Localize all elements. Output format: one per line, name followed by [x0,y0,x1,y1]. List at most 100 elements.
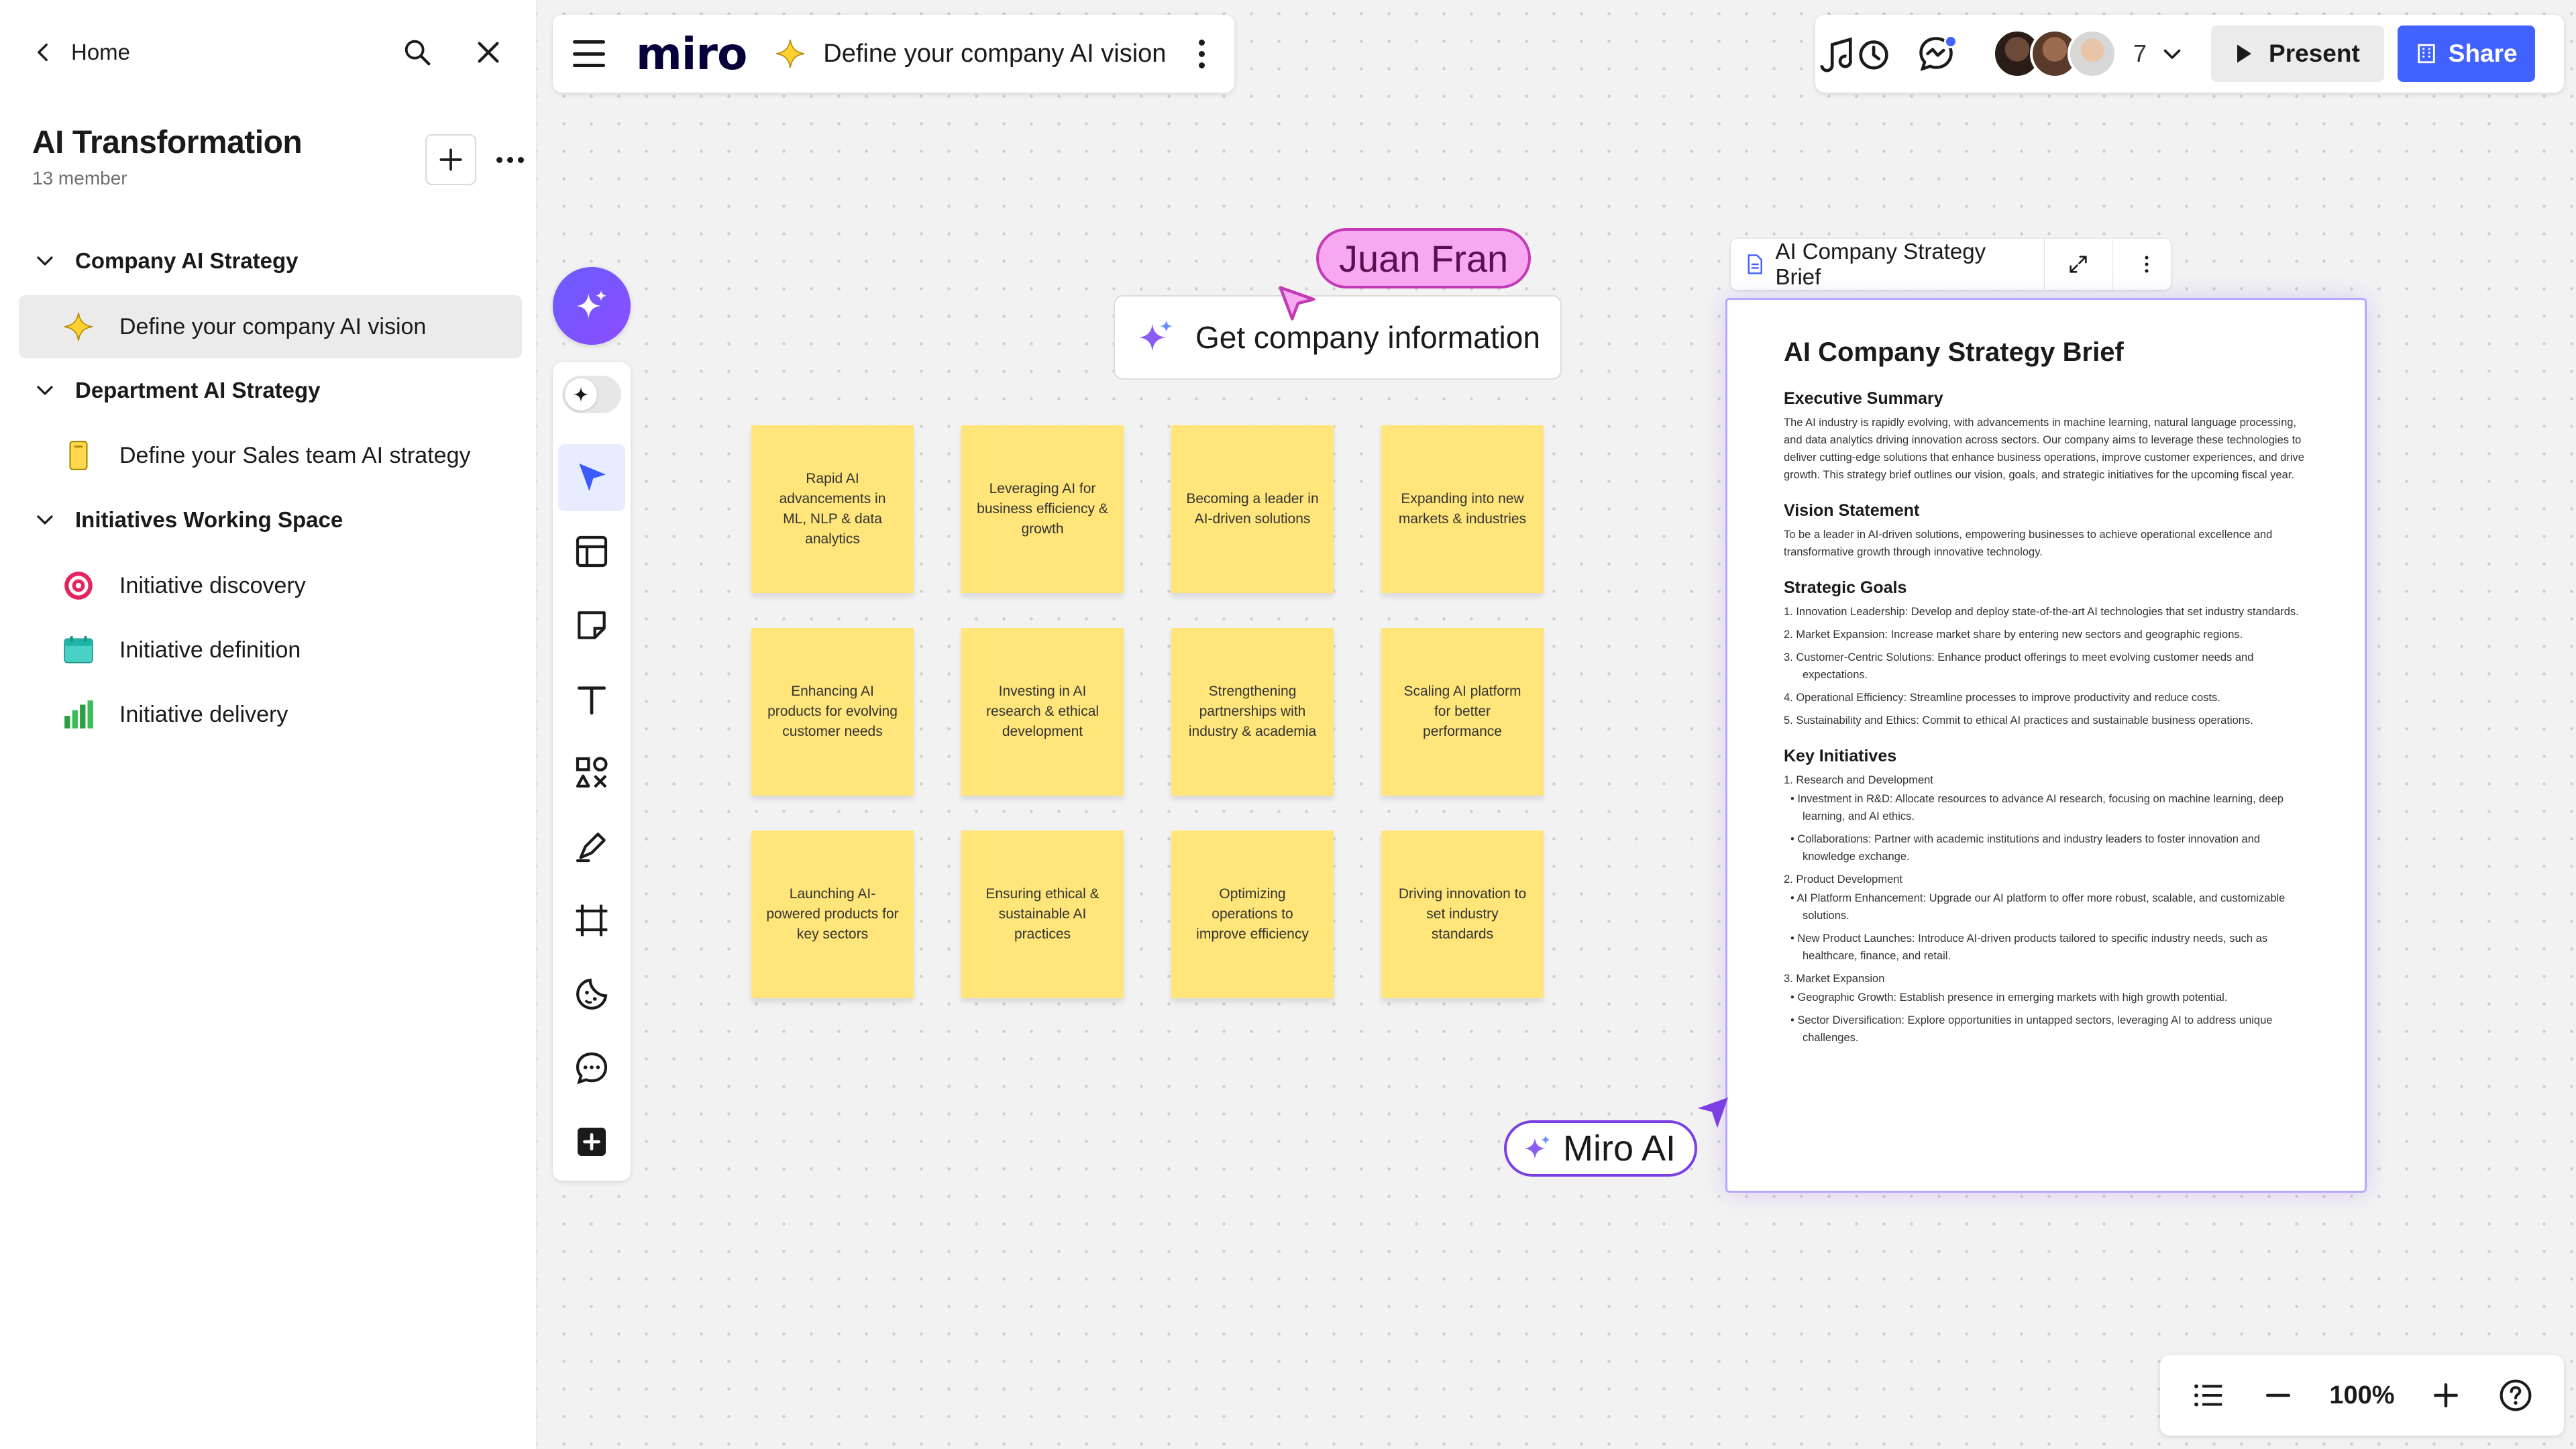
star-icon [60,309,97,345]
help-icon[interactable] [2498,1377,2534,1413]
close-icon[interactable] [473,37,504,68]
search-icon[interactable] [402,37,433,68]
goal-item: 4. Operational Efficiency: Streamline pr… [1784,692,2220,704]
present-button[interactable]: Present [2211,25,2384,82]
initiative-point: • AI Platform Enhancement: Upgrade our A… [1790,892,2286,922]
sticky-note[interactable]: Rapid AI advancements in ML, NLP & data … [751,425,914,593]
sidebar-item-label: Initiative delivery [119,701,288,727]
share-button[interactable]: Share [2397,25,2535,82]
miro-logo[interactable]: miro [636,28,747,80]
cursor-arrow-icon [579,464,606,491]
board-title[interactable]: Define your company AI vision [823,40,1166,68]
collaborator-cursor-label: Juan Fran [1316,228,1532,288]
reactions-timer-button[interactable] [1815,27,1896,80]
main-menu-icon[interactable] [573,40,605,67]
sidebar: Home AI Transformation 13 member Company… [0,0,537,1449]
sticky-note[interactable]: Ensuring ethical & sustainable AI practi… [961,830,1124,998]
add-button[interactable] [425,134,476,185]
sparkle-icon [573,386,589,402]
strategy-brief-document[interactable]: AI Company Strategy Brief Executive Summ… [1725,298,2367,1193]
sidebar-item-label: Define your company AI vision [119,313,427,339]
sticky-note[interactable]: Becoming a leader in AI-driven solutions [1171,425,1334,593]
plus-icon [439,148,462,171]
sticky-note-icon [578,611,606,639]
present-label: Present [2269,40,2360,67]
initiative-point: • New Product Launches: Introduce AI-dri… [1790,932,2268,962]
collaborator-count: 7 [2133,40,2147,67]
sidebar-item-initiative-discovery[interactable]: Initiative discovery [19,554,522,617]
zoom-in-icon[interactable] [2428,1377,2464,1413]
document-header-title: AI Company Strategy Brief [1775,239,1986,289]
initiative-point: • Sector Diversification: Explore opport… [1790,1014,2273,1044]
pen-tool[interactable] [558,813,625,880]
goals-list: 1. Innovation Leadership: Develop and de… [1784,603,2308,729]
select-tool[interactable] [558,444,625,511]
sidebar-item-label: Initiative discovery [119,572,306,598]
sticky-note[interactable]: Leveraging AI for business efficiency & … [961,425,1124,593]
goal-item: 2. Market Expansion: Increase market sha… [1784,629,2243,641]
document-options-button[interactable] [2123,239,2171,290]
expand-button[interactable] [2054,239,2103,290]
section-department-ai-strategy[interactable]: Department AI Strategy [35,378,321,403]
chevron-down-icon [2163,49,2181,59]
calendar-icon [60,632,97,668]
ai-cursor-icon [1697,1097,1728,1128]
activity-button[interactable] [1896,27,1976,80]
board-options-button[interactable] [1199,39,1205,68]
sticky-note[interactable]: Scaling AI platform for better performan… [1381,628,1544,796]
list-icon[interactable] [2190,1377,2226,1413]
goal-item: 5. Sustainability and Ethics: Commit to … [1784,714,2253,727]
sticky-note[interactable]: Strengthening partnerships with industry… [1171,628,1334,796]
board-toolbar: miro Define your company AI vision [553,15,1234,93]
notification-dot [1944,35,1957,48]
chevron-down-icon [37,256,53,266]
zoom-controls: 100% [2160,1355,2564,1436]
sticky-note[interactable]: Enhancing AI products for evolving custo… [751,628,914,796]
ai-assistant-button[interactable] [553,267,631,345]
sticky-note[interactable]: Optimizing operations to improve efficie… [1171,830,1334,998]
chevron-down-icon [37,386,53,395]
frame-tool[interactable] [558,887,625,954]
team-name: AI Transformation [32,125,303,160]
vision-heading: Vision Statement [1784,501,1920,520]
text-tool[interactable] [558,665,625,733]
avatar [2068,29,2117,78]
comment-tool[interactable] [558,1034,625,1102]
collaboration-toolbar: 7 Present Share [1815,15,2564,93]
sidebar-item-initiative-delivery[interactable]: Initiative delivery [19,683,522,746]
more-apps-tool[interactable] [558,1108,625,1175]
section-initiatives-working-space[interactable]: Initiatives Working Space [35,507,343,533]
section-company-ai-strategy[interactable]: Company AI Strategy [35,248,299,274]
home-link[interactable]: Home [32,40,130,65]
star-icon [776,40,805,68]
sticky-note[interactable]: Investing in AI research & ethical devel… [961,628,1124,796]
stickers-tool[interactable] [558,961,625,1028]
document-header[interactable]: AI Company Strategy Brief [1731,239,2171,290]
shapes-tool[interactable] [558,739,625,806]
get-company-information-button[interactable]: Get company information [1114,295,1562,380]
ai-toggle[interactable] [562,376,621,413]
zoom-level[interactable]: 100% [2329,1381,2394,1410]
more-options-button[interactable] [490,144,530,176]
sticky-note[interactable]: Expanding into new markets & industries [1381,425,1544,593]
zoom-out-icon[interactable] [2260,1377,2296,1413]
sidebar-item-define-company-ai-vision[interactable]: Define your company AI vision [19,295,522,358]
pen-icon [576,833,606,863]
document-title: AI Company Strategy Brief [1784,337,2124,367]
sidebar-item-initiative-definition[interactable]: Initiative definition [19,619,522,682]
chevron-down-icon [37,515,53,525]
sticky-note-tool[interactable] [558,592,625,659]
miro-ai-cursor-label: Miro AI [1504,1120,1698,1177]
collaborators[interactable]: 7 [1992,29,2184,78]
sparkle-icon [576,290,607,319]
sidebar-item-sales-team-ai-strategy[interactable]: Define your Sales team AI strategy [19,424,522,487]
sticky-note[interactable]: Driving innovation to set industry stand… [1381,830,1544,998]
text-icon [578,686,606,715]
initiatives-heading: Key Initiatives [1784,747,1897,765]
templates-tool[interactable] [558,518,625,585]
goal-item: 1. Innovation Leadership: Develop and de… [1784,606,2299,618]
get-info-label: Get company information [1195,320,1540,355]
initiative-point: • Collaborations: Partner with academic … [1790,833,2261,863]
sticky-note[interactable]: Launching AI-powered products for key se… [751,830,914,998]
member-count: 13 member [32,168,127,189]
